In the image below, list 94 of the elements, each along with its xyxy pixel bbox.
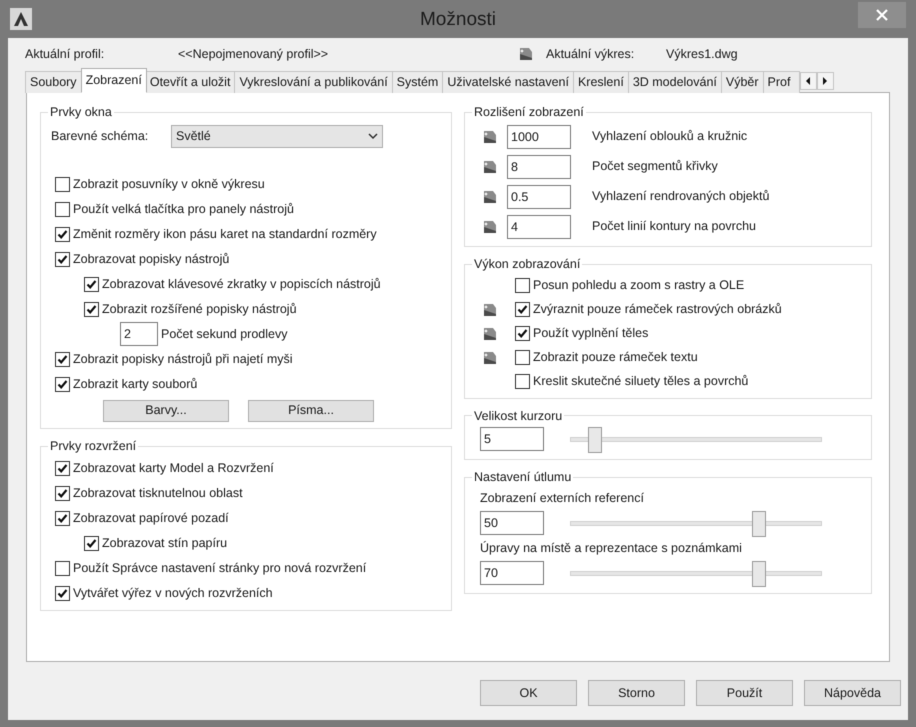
checkbox[interactable]: [515, 374, 530, 389]
group-title: Výkon zobrazování: [473, 256, 582, 273]
button[interactable]: Storno: [588, 680, 685, 706]
checkbox-label: Kreslit skutečné siluety těles a povrchů: [533, 373, 748, 390]
field-label: Počet segmentů křivky: [592, 158, 718, 176]
button[interactable]: OK: [480, 680, 577, 706]
checkbox[interactable]: [55, 226, 70, 242]
dropdown[interactable]: Světlé: [171, 125, 383, 148]
checkbox[interactable]: [55, 510, 70, 526]
checkbox[interactable]: [55, 352, 70, 367]
checkbox[interactable]: [84, 276, 99, 292]
checkbox[interactable]: [55, 460, 70, 476]
tab[interactable]: Uživatelské nastavení: [442, 71, 574, 93]
group-title: Prvky okna: [49, 104, 113, 121]
scroll-right-button[interactable]: [816, 72, 834, 90]
tab[interactable]: Kreslení: [572, 71, 629, 93]
checkbox-label: Změnit rozměry ikon pásu karet na standardní rozměry: [73, 226, 377, 243]
tab[interactable]: Otevřít a uložit: [144, 71, 236, 93]
checkbox-label: Zobrazovat klávesové zkratky v popiscích nástrojů: [102, 276, 381, 293]
slider-thumb[interactable]: [752, 560, 766, 586]
tab[interactable]: Soubory: [25, 71, 82, 93]
checkbox-label: Zobrazovat karty Model a Rozvržení: [73, 460, 274, 477]
slider-thumb[interactable]: [588, 426, 602, 453]
field-label: Počet sekund prodlevy: [161, 326, 288, 343]
tab[interactable]: Systém: [392, 71, 444, 93]
close-icon: [876, 9, 888, 21]
field-label: Zobrazení externích referencí: [479, 490, 645, 507]
profile-label: Aktuální profil:: [25, 46, 106, 63]
tab[interactable]: Výběr: [720, 71, 764, 93]
checkbox[interactable]: [55, 176, 70, 192]
checkbox[interactable]: [515, 278, 530, 293]
checkbox-label: Zvýraznit pouze rámeček rastrových obrázků: [533, 301, 782, 318]
left-arrow-icon: [804, 76, 812, 86]
input-field[interactable]: 1000: [507, 124, 571, 149]
field-label: Barevné schéma:: [51, 128, 150, 146]
button[interactable]: Nápověda: [804, 680, 901, 706]
checkbox-label: Zobrazovat stín papíru: [102, 534, 228, 552]
checkbox[interactable]: [55, 486, 70, 500]
checkbox-label: Zobrazovat popisky nástrojů: [73, 250, 230, 268]
field-label: Počet linií kontury na povrchu: [592, 218, 756, 236]
group-title: Nastavení útlumu: [473, 469, 572, 486]
tab[interactable]: 3D modelování: [628, 71, 722, 93]
right-arrow-icon: [821, 76, 830, 86]
delay-field[interactable]: 2: [120, 322, 158, 346]
checkbox-label: Zobrazit rozšířené popisky nástrojů: [102, 300, 297, 318]
checkbox[interactable]: [84, 536, 99, 550]
button[interactable]: Barvy...: [103, 400, 229, 422]
drawing-value: Výkres1.dwg: [666, 46, 738, 63]
caret-icon: [368, 133, 378, 140]
field-label: Vyhlazení oblouků a kružnic: [592, 128, 748, 146]
checkbox-label: Použít vyplnění těles: [533, 325, 648, 342]
checkbox[interactable]: [515, 326, 530, 341]
checkbox[interactable]: [84, 302, 99, 317]
checkbox[interactable]: [55, 252, 70, 267]
checkbox-label: Použít velká tlačítka pro panely nástrojů: [73, 200, 294, 218]
input-field[interactable]: 8: [507, 154, 571, 179]
window-title: Možnosti: [420, 8, 496, 32]
app-logo-icon: [10, 8, 32, 30]
checkbox-label: Posun pohledu a zoom s rastry a OLE: [533, 277, 744, 294]
checkbox-label: Zobrazit karty souborů: [73, 376, 198, 393]
checkbox[interactable]: [55, 376, 70, 392]
button[interactable]: Použít: [696, 680, 793, 706]
tab[interactable]: Vykreslování a publikování: [234, 71, 393, 93]
drawing-icon: [518, 46, 534, 62]
scroll-left-button[interactable]: [800, 72, 817, 90]
group-title: Velikost kurzoru: [473, 408, 564, 424]
checkbox-label: Vytvářet výřez v nových rozvrženích: [73, 584, 273, 602]
tab[interactable]: Prof: [762, 71, 800, 93]
input-field[interactable]: 5: [480, 427, 544, 452]
close-button[interactable]: [858, 2, 906, 28]
group-title: Rozlišení zobrazení: [473, 104, 585, 121]
input-field[interactable]: 0.5: [507, 184, 571, 209]
checkbox[interactable]: [515, 302, 530, 317]
tab[interactable]: Zobrazení: [80, 68, 147, 93]
checkbox[interactable]: [55, 202, 70, 217]
slider-thumb[interactable]: [752, 510, 766, 536]
drawing-label: Aktuální výkres:: [546, 46, 636, 63]
checkbox-label: Zobrazit posuvníky v okně výkresu: [73, 176, 265, 193]
checkbox[interactable]: [55, 586, 70, 600]
checkbox[interactable]: [515, 350, 530, 365]
checkbox-label: Zobrazovat tisknutelnou oblast: [73, 484, 243, 502]
profile-value: <<Nepojmenovaný profil>>: [178, 46, 330, 63]
group-title: Prvky rozvržení: [49, 438, 138, 455]
field-label: Vyhlazení rendrovaných objektů: [592, 188, 770, 206]
checkbox[interactable]: [55, 560, 70, 576]
field-label: Úpravy na místě a reprezentace s poznámkami: [479, 540, 743, 557]
input-field[interactable]: 4: [507, 214, 571, 239]
checkbox-label: Zobrazovat papírové pozadí: [73, 510, 229, 527]
checkbox-label: Zobrazit pouze rámeček textu: [533, 349, 698, 366]
checkbox-label: Použít Správce nastavení stránky pro nová rozvržení: [73, 560, 366, 577]
input-field[interactable]: 50: [480, 511, 544, 535]
input-field[interactable]: 70: [480, 561, 544, 585]
button[interactable]: Písma...: [248, 400, 374, 422]
checkbox-label: Zobrazit popisky nástrojů při najetí myši: [73, 350, 293, 368]
